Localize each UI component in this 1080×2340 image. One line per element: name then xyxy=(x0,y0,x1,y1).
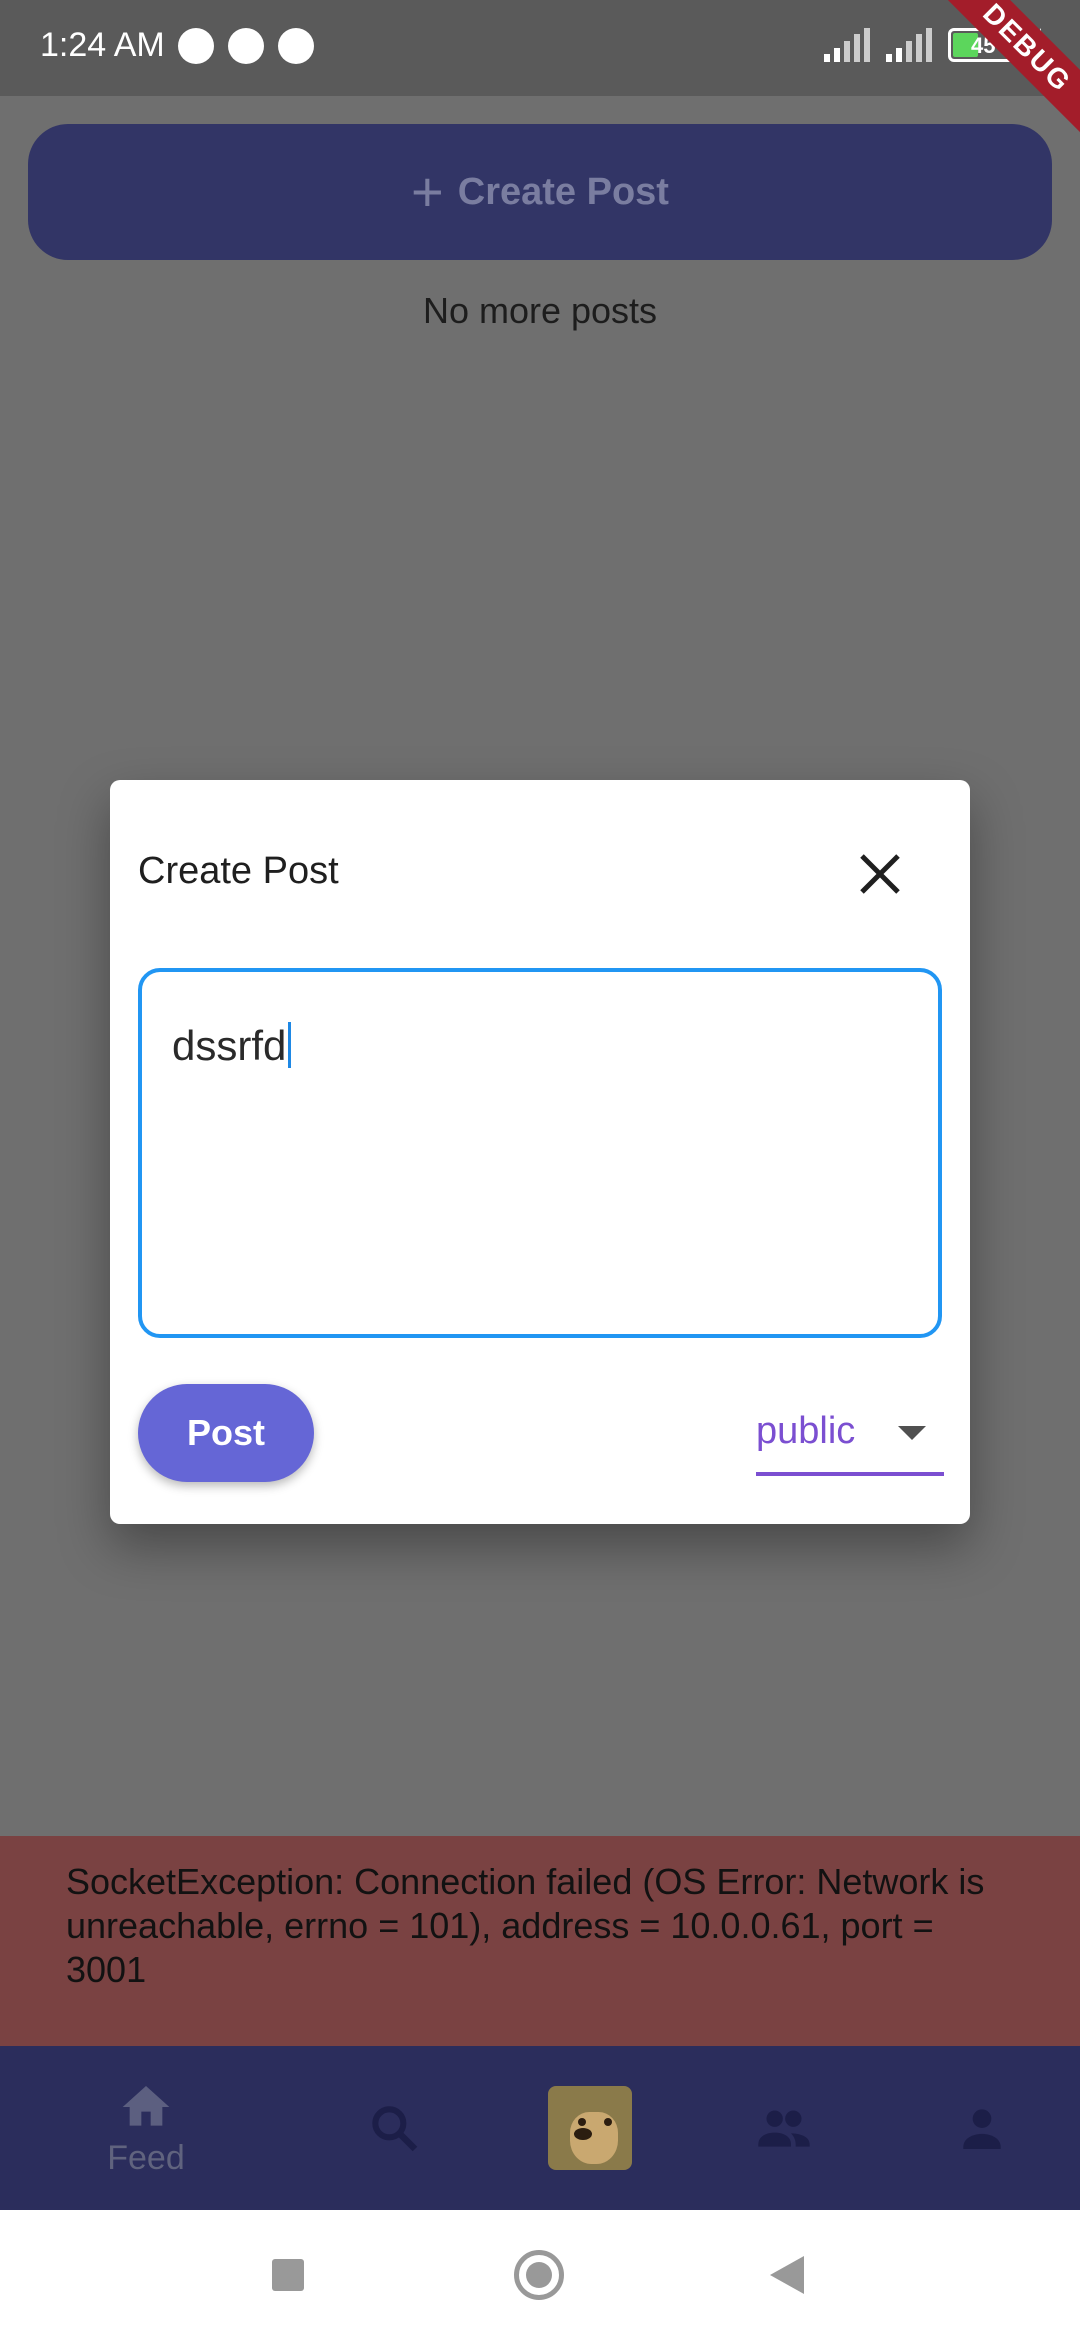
error-snackbar: SocketException: Connection failed (OS E… xyxy=(0,1836,1080,2046)
status-bar: 1:24 AM 45 xyxy=(0,0,1080,96)
visibility-dropdown[interactable]: public xyxy=(756,1400,944,1476)
post-text-value: dssrfd xyxy=(172,1022,287,1069)
bottom-navigation: Feed xyxy=(0,2046,1080,2210)
error-message: SocketException: Connection failed (OS E… xyxy=(66,1861,985,1990)
back-button[interactable] xyxy=(770,2256,804,2294)
person-icon xyxy=(963,2109,1001,2149)
nav-item-profile[interactable] xyxy=(942,2046,1022,2210)
nav-label-feed: Feed xyxy=(107,2138,185,2177)
text-cursor xyxy=(288,1022,292,1068)
status-time: 1:24 AM xyxy=(40,26,165,64)
messenger-icon xyxy=(178,28,214,64)
post-text-input[interactable]: dssrfd xyxy=(138,968,942,1338)
nav-item-search[interactable] xyxy=(354,2046,434,2210)
signal-icon xyxy=(824,28,870,62)
search-icon xyxy=(372,2106,418,2152)
app-notification-icon xyxy=(228,28,264,64)
nav-item-avatar[interactable] xyxy=(548,2046,632,2210)
dropdown-arrow-icon xyxy=(898,1426,926,1440)
home-button[interactable] xyxy=(514,2250,564,2300)
signal-icon xyxy=(886,28,932,62)
create-post-label: Create Post xyxy=(457,170,669,213)
post-button[interactable]: Post xyxy=(138,1384,314,1482)
end-of-feed-message: No more posts xyxy=(422,290,658,331)
system-navigation-bar xyxy=(0,2210,1080,2340)
plus-icon: + xyxy=(411,160,444,223)
create-post-dialog: Create Post dssrfd Post public xyxy=(110,780,970,1524)
close-button[interactable] xyxy=(856,850,904,898)
app-notification-icon xyxy=(278,28,314,64)
nav-item-feed[interactable]: Feed xyxy=(96,2046,196,2210)
create-post-button[interactable]: + Create Post xyxy=(28,124,1052,260)
notification-icons xyxy=(178,28,314,64)
visibility-value: public xyxy=(756,1410,856,1452)
close-icon xyxy=(860,854,900,894)
home-icon xyxy=(122,2085,170,2126)
post-button-label: Post xyxy=(186,1412,265,1453)
nav-item-friends[interactable] xyxy=(744,2046,824,2210)
doge-avatar xyxy=(548,2086,632,2170)
dialog-title: Create Post xyxy=(138,850,339,892)
people-icon xyxy=(758,2110,810,2147)
recents-button[interactable] xyxy=(272,2259,304,2291)
